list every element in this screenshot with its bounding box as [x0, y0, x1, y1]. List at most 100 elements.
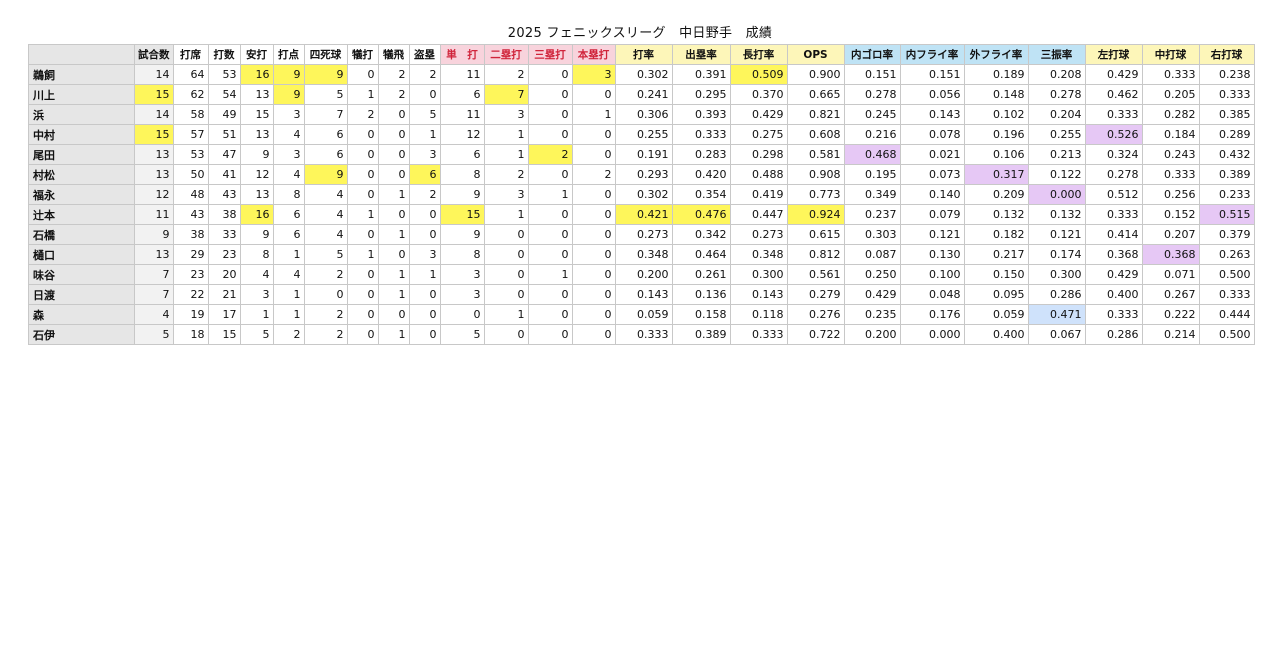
- stat-cell: 0.512: [1084, 184, 1143, 205]
- stat-cell: 0: [571, 324, 616, 345]
- stat-cell: 3: [272, 144, 305, 165]
- stat-cell: 13: [239, 84, 274, 105]
- stat-cell: 6: [272, 224, 305, 245]
- stat-cell: 0: [571, 244, 616, 265]
- stat-cell: 0.143: [729, 284, 788, 305]
- stat-cell: 0: [377, 244, 410, 265]
- stat-cell: 0.233: [1198, 184, 1255, 205]
- stat-cell: 9: [303, 64, 348, 85]
- player-name: 森: [28, 304, 135, 325]
- table-row: 石伊 5 18 15 5 2 2 0 1 0 5 0 0 0 0.333 0.389 0.333 0.722 0.2…: [28, 324, 1255, 345]
- column-header: 内フライ率: [899, 44, 965, 65]
- stat-cell: 8: [439, 244, 485, 265]
- player-name: 樋口: [28, 244, 135, 265]
- stat-cell: 0.245: [843, 104, 901, 125]
- stat-cell: 2: [377, 64, 410, 85]
- stat-cell: 0.302: [614, 184, 673, 205]
- stat-cell: 1: [377, 184, 410, 205]
- stat-cell: 7: [134, 264, 174, 285]
- stat-cell: 0.217: [963, 244, 1029, 265]
- stat-cell: 0.429: [1084, 264, 1143, 285]
- stat-cell: 0: [527, 304, 573, 325]
- stat-cell: 0.333: [1141, 64, 1200, 85]
- stat-cell: 0.176: [899, 304, 965, 325]
- stat-cell: 0.184: [1141, 124, 1200, 145]
- table-row: 鵜飼 14 64 53 16 9 9 0 2 2 11 2 0 3 0.302 0.391 0.509 0.900…: [28, 64, 1255, 85]
- stat-cell: 8: [272, 184, 305, 205]
- stat-cell: 0.243: [1141, 144, 1200, 165]
- stat-cell: 0.421: [614, 204, 673, 225]
- stat-cell: 0.106: [963, 144, 1029, 165]
- stat-cell: 0: [346, 124, 379, 145]
- stat-cell: 0.293: [614, 164, 673, 185]
- stat-cell: 0.283: [671, 144, 731, 165]
- stat-cell: 11: [439, 104, 485, 125]
- stat-cell: 0: [483, 324, 529, 345]
- stat-cell: 0.143: [614, 284, 673, 305]
- stat-cell: 0: [408, 204, 441, 225]
- stat-cell: 4: [303, 184, 348, 205]
- stat-cell: 1: [571, 104, 616, 125]
- stat-cell: 3: [239, 284, 274, 305]
- page-title: 2025 フェニックスリーグ 中日野手 成績: [507, 26, 773, 41]
- stat-cell: 0.429: [843, 284, 901, 305]
- stat-cell: 41: [207, 164, 241, 185]
- stat-cell: 0.812: [786, 244, 845, 265]
- stat-cell: 0.241: [614, 84, 673, 105]
- stat-cell: 2: [408, 184, 441, 205]
- stat-cell: 3: [439, 284, 485, 305]
- stat-cell: 0.278: [843, 84, 901, 105]
- table-row: 福永 12 48 43 13 8 4 0 1 2 9 3 1 0 0.302 0.354 0.419 0.773 0…: [28, 184, 1255, 205]
- stat-cell: 12: [134, 184, 174, 205]
- stat-cell: 0.476: [671, 204, 731, 225]
- stat-cell: 0: [346, 144, 379, 165]
- column-header: 打数: [207, 44, 241, 65]
- stat-cell: 0.000: [1027, 184, 1086, 205]
- stat-cell: 0: [377, 304, 410, 325]
- stat-cell: 0.216: [843, 124, 901, 145]
- stat-cell: 0: [527, 84, 573, 105]
- stat-cell: 0.471: [1027, 304, 1086, 325]
- stat-cell: 0.722: [786, 324, 845, 345]
- table-row: 辻本 11 43 38 16 6 4 1 0 0 15 1 0 0 0.421 0.476 0.447 0.924…: [28, 204, 1255, 225]
- stat-cell: 0.400: [963, 324, 1029, 345]
- stat-cell: 0.400: [1084, 284, 1143, 305]
- stat-cell: 0: [571, 284, 616, 305]
- stat-cell: 0: [571, 144, 616, 165]
- stat-cell: 0.213: [1027, 144, 1086, 165]
- stat-cell: 16: [239, 64, 274, 85]
- stat-cell: 50: [172, 164, 209, 185]
- stat-cell: 0.389: [1198, 164, 1255, 185]
- stat-cell: 43: [207, 184, 241, 205]
- stat-cell: 0.370: [729, 84, 788, 105]
- stat-cell: 0.515: [1198, 204, 1255, 225]
- stat-cell: 0.391: [671, 64, 731, 85]
- stat-cell: 0.773: [786, 184, 845, 205]
- stat-cell: 7: [303, 104, 348, 125]
- stat-cell: 0.306: [614, 104, 673, 125]
- stat-cell: 0: [527, 204, 573, 225]
- stat-cell: 0.354: [671, 184, 731, 205]
- stat-cell: 0.821: [786, 104, 845, 125]
- stat-cell: 9: [134, 224, 174, 245]
- stat-cell: 47: [207, 144, 241, 165]
- stat-cell: 0.275: [729, 124, 788, 145]
- stat-cell: 0.615: [786, 224, 845, 245]
- stat-cell: 9: [303, 164, 348, 185]
- stat-cell: 0.118: [729, 304, 788, 325]
- stat-cell: 0: [571, 124, 616, 145]
- stat-cell: 0: [483, 224, 529, 245]
- stat-cell: 0: [346, 164, 379, 185]
- stat-cell: 0.000: [899, 324, 965, 345]
- stat-cell: 1: [527, 264, 573, 285]
- stat-cell: 6: [303, 124, 348, 145]
- stat-cell: 0.488: [729, 164, 788, 185]
- header-row: 試合数 打席 打数 安打 打点 四死球 犠打 犠飛 盗塁単 打二塁打 三塁打 本塁打 打率 出塁率 長打率…: [28, 44, 1255, 65]
- stat-cell: 7: [483, 84, 529, 105]
- player-name: 鵜飼: [28, 64, 135, 85]
- stat-cell: 0.317: [963, 164, 1029, 185]
- stat-cell: 5: [239, 324, 274, 345]
- stat-cell: 9: [439, 224, 485, 245]
- stat-cell: 1: [272, 304, 305, 325]
- stat-cell: 0.289: [1198, 124, 1255, 145]
